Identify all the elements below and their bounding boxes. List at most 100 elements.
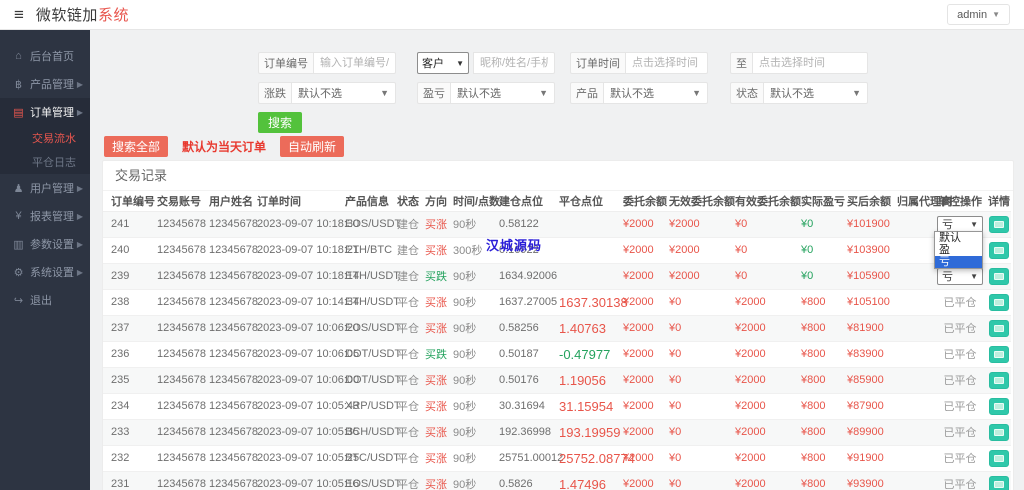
cell-invalid_entrust: ¥0: [669, 478, 682, 490]
search-button[interactable]: 搜索: [258, 112, 303, 133]
cell-after_balance: ¥83900: [847, 348, 884, 360]
orders-table: 订单编号 交易账号 用户姓名 订单时间 产品信息 状态 方向 时间/点数 建仓点位 平仓点位 委托余…: [103, 191, 1011, 490]
control-dropdown-popup: 默认盈亏: [934, 231, 983, 269]
cell-duration: 90秒: [453, 479, 477, 490]
detail-icon: [994, 246, 1004, 254]
customer-input[interactable]: [473, 52, 555, 74]
cell-name: 12345678: [209, 270, 258, 282]
cell-invalid_entrust: ¥0: [669, 296, 682, 308]
cell-account: 12345678: [157, 478, 206, 490]
cell-account: 12345678: [157, 400, 206, 412]
cell-close_point: [551, 263, 615, 289]
col-header-direction: 方向: [417, 191, 447, 212]
status-select[interactable]: 默认不选 ▼: [763, 82, 868, 104]
order-time-end-input[interactable]: [752, 52, 868, 74]
profit-select[interactable]: 默认不选 ▼: [450, 82, 555, 104]
detail-button[interactable]: [989, 267, 1009, 285]
detail-icon: [994, 402, 1004, 410]
default-today-note: 默认为当天订单: [182, 140, 267, 154]
cell-valid_entrust: ¥0: [735, 218, 748, 230]
detail-button[interactable]: [989, 371, 1009, 389]
sidebar-item-users[interactable]: ♟ 用户管理 ▶: [0, 174, 90, 202]
cell-agent: [889, 211, 933, 237]
toolbar: 搜索全部 默认为当天订单 自动刷新: [104, 136, 345, 157]
col-header-id: 订单编号: [103, 191, 155, 212]
sidebar-item-label: 用户管理: [30, 183, 74, 195]
cell-close_point: 1637.30138: [559, 294, 628, 310]
sidebar-item-orders[interactable]: ▤ 订单管理 ▶: [0, 98, 90, 126]
cell-direction: 买涨: [425, 479, 447, 490]
admin-dropdown-button[interactable]: admin ▼: [947, 4, 1010, 25]
cell-time: 2023-09-07 10:06:00: [257, 374, 360, 386]
sidebar-item-system[interactable]: ⚙ 系统设置 ▶: [0, 258, 90, 286]
sidebar-item-trade-flow[interactable]: 交易流水: [0, 126, 90, 150]
product-value: 默认不选: [610, 88, 654, 100]
detail-button[interactable]: [989, 397, 1009, 415]
sidebar-item-params[interactable]: ▥ 参数设置 ▶: [0, 230, 90, 258]
cell-agent: [889, 445, 933, 471]
order-time-start-input[interactable]: [625, 52, 708, 74]
cell-name: 12345678: [209, 218, 258, 230]
cell-entrust: ¥2000: [623, 348, 654, 360]
hamburger-menu-icon[interactable]: ≡: [14, 6, 24, 23]
cell-agent: [889, 289, 933, 315]
cell-name: 12345678: [209, 244, 258, 256]
table-body: 241 12345678 12345678 2023-09-07 10:18:30 EO…: [103, 211, 1011, 490]
control-select[interactable]: 亏 ▼: [937, 267, 983, 285]
detail-button[interactable]: [989, 293, 1009, 311]
sidebar-item-products[interactable]: ฿ 产品管理 ▶: [0, 70, 90, 98]
cell-duration: 90秒: [453, 401, 477, 413]
detail-cell: [985, 445, 1011, 471]
control-select[interactable]: 亏 ▼: [937, 215, 983, 233]
sidebar-item-reports[interactable]: ¥ 报表管理 ▶: [0, 202, 90, 230]
product-select[interactable]: 默认不选 ▼: [603, 82, 708, 104]
auto-refresh-button[interactable]: 自动刷新: [280, 136, 345, 157]
search-all-button[interactable]: 搜索全部: [104, 136, 169, 157]
cell-entrust: ¥2000: [623, 374, 654, 386]
col-header-close_point: 平仓点位: [551, 191, 615, 212]
customer-type-select[interactable]: 客户 ▼: [417, 52, 469, 74]
col-header-agent: 归属代理商: [889, 191, 952, 212]
detail-cell: [985, 237, 1011, 263]
detail-button[interactable]: [989, 241, 1009, 259]
detail-button[interactable]: [989, 475, 1009, 490]
table-row: 239 12345678 12345678 2023-09-07 10:18:14 ET…: [103, 263, 1011, 289]
detail-button[interactable]: [989, 215, 1009, 233]
cell-close_point: 1.19056: [559, 372, 606, 388]
sidebar-item-label: 订单管理: [30, 107, 74, 119]
sidebar-item-dashboard[interactable]: ⌂ 后台首页: [0, 42, 90, 70]
dropdown-option[interactable]: 默认: [935, 232, 982, 244]
col-header-status: 状态: [389, 191, 419, 212]
cell-id: 240: [111, 244, 130, 256]
dropdown-option[interactable]: 盈: [935, 244, 982, 256]
control-cell: 已平仓: [933, 315, 985, 341]
col-header-after_balance: 买后余额: [839, 191, 891, 212]
detail-button[interactable]: [989, 423, 1009, 441]
detail-button[interactable]: [989, 345, 1009, 363]
sidebar-item-close-log[interactable]: 平仓日志: [0, 150, 90, 174]
cell-valid_entrust: ¥2000: [735, 348, 766, 360]
cell-valid_entrust: ¥2000: [735, 452, 766, 464]
logout-icon: ↪: [13, 294, 24, 307]
dropdown-option[interactable]: 亏: [935, 256, 982, 268]
detail-cell: [985, 263, 1011, 289]
detail-button[interactable]: [989, 319, 1009, 337]
cell-profit: ¥0: [801, 270, 814, 282]
cell-open_point: 0.58122: [499, 218, 539, 230]
detail-icon: [994, 350, 1004, 358]
cell-agent: [889, 367, 933, 393]
cell-direction: 买涨: [425, 453, 447, 465]
dashboard-icon: ⌂: [15, 50, 22, 62]
sidebar-item-logout[interactable]: ↪ 退出: [0, 286, 90, 314]
chevron-down-icon: ▼: [380, 88, 389, 98]
order-no-input[interactable]: [313, 52, 396, 74]
control-cell: 已平仓: [933, 289, 985, 315]
detail-button[interactable]: [989, 449, 1009, 467]
cell-time: 2023-09-07 10:05:16: [257, 478, 360, 490]
cell-product: ETH/USDT: [345, 296, 400, 308]
cell-account: 12345678: [157, 244, 206, 256]
sidebar: ⌂ 后台首页฿产品管理 ▶ ▤ 订单管理 ▶ 交易流水 平仓日志 ♟ 用户管理 ▶ ¥ 报表管理 ▶ ▥ 参数…: [0, 30, 90, 490]
updown-select[interactable]: 默认不选 ▼: [291, 82, 396, 104]
cell-valid_entrust: ¥2000: [735, 400, 766, 412]
cell-profit: ¥800: [801, 400, 826, 412]
